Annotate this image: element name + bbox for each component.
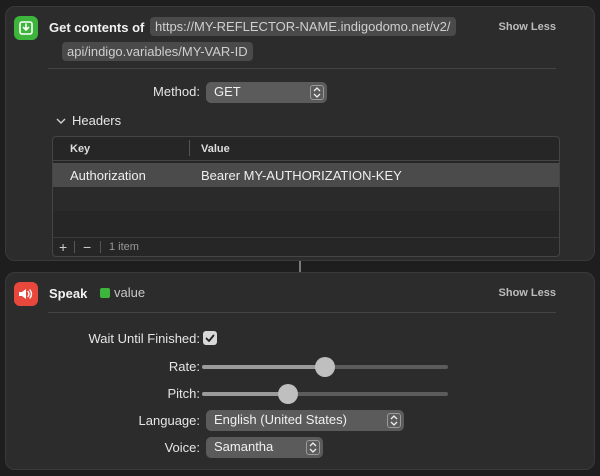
method-label: Method:	[153, 84, 200, 99]
language-label: Language:	[138, 413, 200, 428]
divider	[48, 68, 556, 69]
pitch-label: Pitch:	[167, 386, 200, 401]
rate-slider[interactable]	[202, 357, 448, 377]
add-row-button[interactable]: +	[59, 239, 67, 255]
pitch-slider-knob[interactable]	[278, 384, 299, 404]
column-header-key: Key	[70, 143, 91, 155]
checkmark-icon	[205, 334, 215, 342]
language-value: English (United States)	[214, 412, 347, 427]
pitch-slider[interactable]	[202, 384, 448, 404]
variable-token[interactable]: value	[100, 285, 145, 300]
show-less-button[interactable]: Show Less	[499, 287, 556, 299]
header-value-cell[interactable]: Bearer MY-AUTHORIZATION-KEY	[201, 168, 402, 183]
action-connector	[299, 261, 301, 272]
table-row-empty	[53, 187, 559, 211]
table-row-empty	[53, 211, 559, 235]
url-token-line2[interactable]: api/indigo.variables/MY-VAR-ID	[62, 42, 253, 61]
table-header: Key Value	[53, 137, 559, 161]
header-key-cell[interactable]: Authorization	[70, 168, 146, 183]
show-less-button[interactable]: Show Less	[499, 21, 556, 33]
rate-label: Rate:	[168, 359, 200, 374]
pitch-slider-fill	[202, 392, 289, 396]
column-header-value: Value	[201, 143, 230, 155]
wait-until-finished-checkbox[interactable]	[203, 331, 217, 345]
action-title: Speak	[49, 286, 88, 301]
wait-until-finished-label: Wait Until Finished:	[88, 331, 201, 346]
method-value: GET	[214, 84, 241, 99]
download-tray-icon	[14, 16, 38, 40]
item-count: 1 item	[109, 241, 139, 253]
action-title: Get contents of	[49, 20, 145, 35]
rate-slider-knob[interactable]	[315, 357, 335, 377]
speak-action-card[interactable]: Speak value Show Less Wait Until Finishe…	[5, 272, 595, 470]
footer-divider	[100, 241, 101, 253]
table-footer: + − 1 item	[53, 237, 559, 256]
rate-slider-fill	[202, 365, 325, 369]
variable-icon	[100, 287, 110, 298]
variable-token-label: value	[114, 285, 146, 300]
divider	[48, 312, 556, 313]
footer-divider	[74, 241, 75, 253]
chevron-up-down-icon	[387, 413, 401, 428]
get-contents-action-card[interactable]: Get contents of https://MY-REFLECTOR-NAM…	[5, 6, 595, 261]
voice-label: Voice:	[164, 440, 200, 455]
voice-value: Samantha	[214, 439, 274, 454]
table-row[interactable]: Authorization Bearer MY-AUTHORIZATION-KE…	[53, 163, 559, 187]
chevron-up-down-icon	[306, 440, 320, 455]
method-popup[interactable]: GET	[206, 82, 327, 103]
chevron-down-icon	[56, 113, 66, 128]
headers-label: Headers	[72, 113, 122, 128]
url-token-line1[interactable]: https://MY-REFLECTOR-NAME.indigodomo.net…	[150, 17, 456, 36]
voice-popup[interactable]: Samantha	[206, 437, 323, 458]
language-popup[interactable]: English (United States)	[206, 410, 404, 431]
headers-disclosure[interactable]: Headers	[56, 113, 121, 128]
remove-row-button[interactable]: −	[83, 239, 91, 255]
column-divider	[189, 140, 190, 156]
headers-table: Key Value Authorization Bearer MY-AUTHOR…	[52, 136, 560, 257]
speaker-icon	[14, 282, 38, 306]
chevron-up-down-icon	[310, 85, 324, 100]
